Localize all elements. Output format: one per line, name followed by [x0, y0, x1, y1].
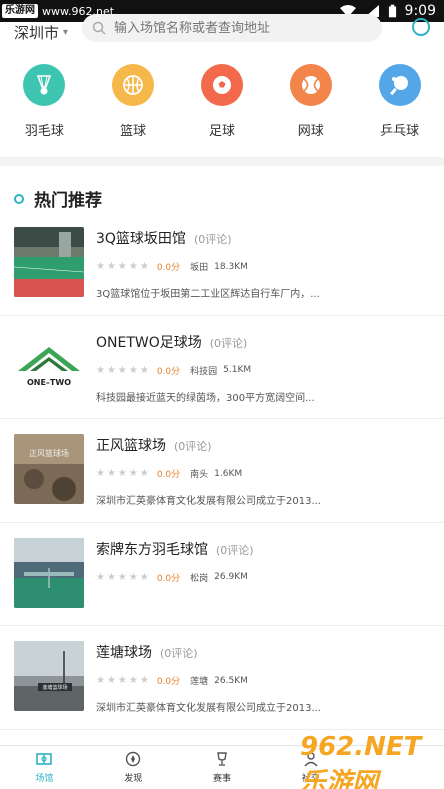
category-label: 足球: [208, 124, 235, 139]
venue-icon: [36, 753, 53, 765]
section-divider: [0, 157, 444, 166]
venue-name: 莲塘球场: [96, 645, 152, 661]
venue-area: 南头: [190, 470, 209, 480]
venue-item[interactable]: 正风篮球场 正风篮球场 (0评论) ★★★★★ 0.0分 南头 1.6KM 深圳…: [0, 419, 444, 523]
category-label: 乒乓球: [380, 124, 420, 139]
venue-distance: 5.1KM: [223, 365, 252, 375]
venue-area: 松岗: [190, 573, 209, 584]
category-label: 羽毛球: [24, 124, 64, 139]
search-input[interactable]: [114, 20, 364, 36]
chevron-down-icon: ▾: [63, 27, 69, 38]
venue-distance: 1.6KM: [214, 468, 243, 479]
venue-thumbnail: ONE–TWO: [14, 330, 84, 401]
venue-reviews: (0评论): [216, 543, 254, 557]
venue-description: 深圳市汇英豪体育文化发展有限公司成立于2013...: [96, 703, 321, 714]
rating-stars: ★★★★★: [96, 675, 151, 686]
tennis-icon: [289, 64, 332, 106]
venue-area: 科技园: [190, 366, 218, 377]
venue-score: 0.0分: [156, 470, 181, 480]
rating-stars: ★★★★★: [96, 468, 151, 479]
tab-label: 场馆: [35, 774, 54, 784]
venue-item[interactable]: 索牌东方羽毛球馆 (0评论) ★★★★★ 0.0分 松岗 26.9KM: [0, 523, 444, 626]
venue-reviews: (0评论): [193, 233, 232, 246]
tab-label: 赛事: [212, 774, 231, 784]
venue-distance: 26.9KM: [214, 572, 248, 582]
venue-item[interactable]: 3Q篮球坂田馆 (0评论) ★★★★★ 0.0分 坂田 18.3KM 3Q篮球馆…: [0, 212, 444, 316]
venue-thumbnail: [14, 537, 84, 608]
category-basketball[interactable]: 篮球: [101, 64, 165, 144]
venue-score: 0.0分: [156, 573, 181, 584]
logo-text: ONE–TWO: [27, 378, 71, 387]
section-header: 热门推荐: [14, 186, 102, 211]
venue-thumbnail: 正风篮球场: [14, 434, 84, 504]
venue-area: 莲塘: [190, 677, 209, 687]
category-pingpong[interactable]: 乒乓球: [368, 64, 432, 144]
tab-discover[interactable]: 发现: [89, 746, 178, 789]
venue-item[interactable]: ONE–TWO ONETWO足球场 (0评论) ★★★★★ 0.0分 科技园 5…: [0, 316, 444, 419]
city-selector[interactable]: 深圳市 ▾: [14, 22, 68, 43]
soccer-icon: [200, 64, 243, 106]
discover-icon: [125, 751, 141, 767]
venue-list: 3Q篮球坂田馆 (0评论) ★★★★★ 0.0分 坂田 18.3KM 3Q篮球馆…: [0, 212, 444, 730]
category-badminton[interactable]: 羽毛球: [12, 64, 76, 144]
sign-text: 莲塘篮球场: [42, 684, 67, 691]
tab-label: 发现: [124, 774, 143, 784]
venue-description: 科技园最接近蓝天的绿茵场，300平方宽阔空间...: [96, 392, 315, 404]
venue-score: 0.0分: [156, 677, 181, 687]
top-bar: 深圳市 ▾: [0, 14, 444, 46]
badminton-icon: [23, 64, 66, 106]
tab-events[interactable]: 赛事: [178, 746, 267, 789]
venue-name: ONETWO足球场: [96, 334, 202, 351]
venue-name: 正风篮球场: [96, 438, 166, 454]
pingpong-icon: [378, 64, 421, 106]
category-soccer[interactable]: 足球: [190, 64, 254, 144]
venue-score: 0.0分: [156, 366, 181, 377]
category-label: 网球: [297, 124, 324, 139]
venue-thumbnail: [14, 227, 84, 297]
watermark-text: 962.NET 乐游网: [300, 732, 422, 789]
trophy-icon: [217, 752, 227, 766]
city-label: 深圳市: [14, 24, 60, 42]
rating-stars: ★★★★★: [96, 571, 151, 583]
search-bar[interactable]: [82, 14, 382, 42]
battery-icon: [388, 4, 396, 18]
search-icon: [92, 21, 106, 35]
rating-stars: ★★★★★: [96, 261, 151, 272]
category-row: 羽毛球 篮球 足球 网球 乒乓球: [0, 64, 444, 144]
venue-item[interactable]: 莲塘篮球场 莲塘球场 (0评论) ★★★★★ 0.0分 莲塘 26.5KM 深圳…: [0, 626, 444, 730]
venue-description: 3Q篮球馆位于坂田第二工业区辉达自行车厂内，...: [96, 289, 320, 300]
venue-reviews: (0评论): [174, 440, 212, 453]
clock: 9:09: [404, 3, 436, 19]
watermark-bottom: 962.NET 乐游网: [300, 732, 440, 789]
venue-name: 索牌东方羽毛球馆: [96, 541, 208, 558]
venue-distance: 26.5KM: [214, 675, 248, 686]
venue-score: 0.0分: [156, 263, 181, 273]
location-icon[interactable]: [412, 18, 430, 36]
sign-text: 正风篮球场: [29, 448, 69, 458]
venue-reviews: (0评论): [160, 647, 198, 660]
venue-distance: 18.3KM: [214, 261, 248, 272]
bullet-ring-icon: [14, 193, 24, 204]
venue-area: 坂田: [190, 263, 209, 273]
venue-description: 深圳市汇英豪体育文化发展有限公司成立于2013...: [96, 496, 321, 507]
category-label: 篮球: [120, 124, 147, 139]
tab-venues[interactable]: 场馆: [0, 746, 89, 789]
watermark-logo: 乐游网: [2, 4, 38, 18]
basketball-icon: [112, 64, 155, 106]
rating-stars: ★★★★★: [96, 364, 151, 376]
venue-name: 3Q篮球坂田馆: [96, 231, 186, 247]
venue-reviews: (0评论): [209, 336, 248, 350]
venue-thumbnail: 莲塘篮球场: [14, 641, 84, 711]
section-title: 热门推荐: [34, 191, 102, 211]
category-tennis[interactable]: 网球: [279, 64, 343, 144]
